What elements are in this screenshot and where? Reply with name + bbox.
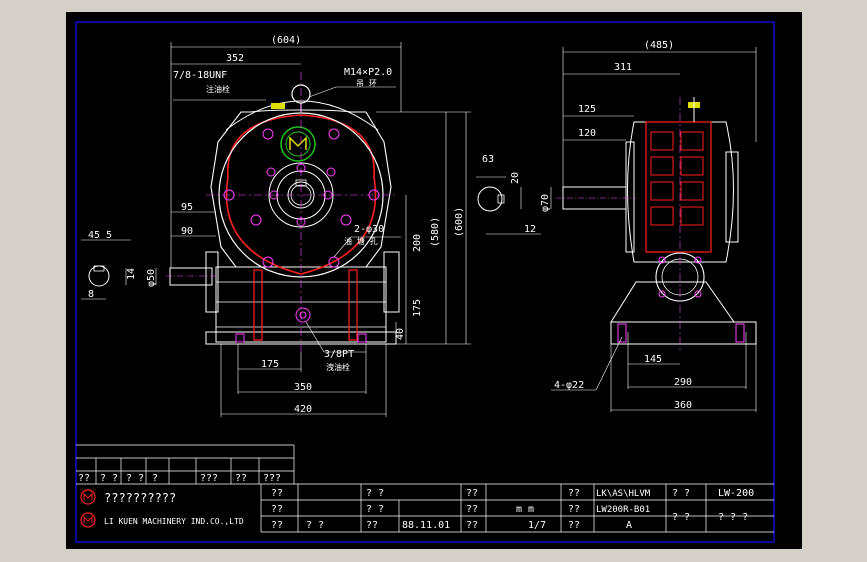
dim-311: 311 (614, 62, 632, 73)
dim-200: 200 (412, 234, 423, 252)
tb-r1c1: ?? (271, 488, 283, 499)
dim-overall-width-side: (485) (644, 40, 674, 51)
company-logo-gear (280, 126, 316, 162)
tb-r3c5: ?? (466, 520, 478, 531)
dim-600: (600) (454, 207, 465, 237)
dim-125: 125 (578, 104, 596, 115)
rev-cell-6: ?? (235, 473, 247, 484)
tb-r2c3: ?? (466, 504, 478, 515)
rev-cell-4: ? (152, 473, 158, 484)
dim-120: 120 (578, 128, 596, 139)
dim-420: 420 (294, 404, 312, 415)
hole-note-sub: 油 塘 孔 (344, 236, 378, 246)
tb-r2c5: ?? (568, 504, 580, 515)
rev-cell-7: ??? (263, 473, 281, 484)
tb-date: 88.11.01 (402, 520, 450, 531)
dim-overall-width-front: (604) (271, 35, 301, 46)
tb-r3c1: ?? (271, 520, 283, 531)
tb-r1c4: ?? (568, 488, 580, 499)
tb-r3c7: ?? (568, 520, 580, 531)
tb-r3c3: ?? (366, 520, 378, 531)
eyebolt-note-sub: 吊 环 (356, 79, 377, 88)
side-view (477, 97, 757, 352)
tb-revision: A (626, 520, 632, 531)
dim-45: 45 (88, 230, 100, 241)
dim-63: 63 (482, 154, 494, 165)
thread-note: 7/8-18UNF (173, 70, 227, 81)
dim-14: 14 (126, 268, 137, 280)
bolt-holes-note: 4-φ22 (554, 380, 584, 391)
dim-145: 145 (644, 354, 662, 365)
company-name-en: LI KUEN MACHINERY IND.CO.,LTD (104, 517, 244, 526)
tb-r3c2: ? ? (306, 520, 324, 531)
dim-95: 95 (181, 202, 193, 213)
drain-note: 3/8PT (324, 349, 354, 360)
tb-r1c6: ? ? (672, 488, 690, 499)
tb-r1c2: ? ? (366, 488, 384, 499)
company-logo-small (80, 489, 96, 528)
front-view (88, 72, 400, 352)
rev-cell-3: ? ? (126, 473, 144, 484)
side-base (610, 321, 757, 345)
dim-580: (580) (430, 217, 441, 247)
dim-phi70: φ70 (540, 194, 551, 212)
dim-350: 350 (294, 382, 312, 393)
tb-scale: 1/7 (528, 520, 546, 531)
tb-r2c1: ?? (271, 504, 283, 515)
tb-drawing-no: LW-200 (718, 488, 754, 499)
side-dimensions (476, 47, 757, 412)
rev-cell-2: ? ? (100, 473, 118, 484)
tb-r1c3: ?? (466, 488, 478, 499)
tb-r1c5: LK\AS\HLVM (596, 489, 651, 499)
cooling-fins (645, 121, 712, 253)
tb-unit: m m (516, 504, 534, 515)
company-name-cn: ?????????? (104, 491, 176, 505)
thread-note-sub: 注油栓 (206, 84, 230, 94)
hole-note: 2-φ30 (354, 224, 384, 235)
dim-12: 12 (524, 224, 536, 235)
rev-cell-1: ?? (78, 473, 90, 484)
tb-r2c2: ? ? (366, 504, 384, 515)
dim-290: 290 (674, 377, 692, 388)
dim-90: 90 (181, 226, 193, 237)
dim-20: 20 (510, 172, 521, 184)
dim-175-horizontal: 175 (261, 359, 279, 370)
rev-cell-5: ??? (200, 473, 218, 484)
cad-drawing: (604) 352 7/8-18UNF 注油栓 M14×P2.0 吊 环 95 … (75, 21, 775, 543)
oil-fill-plug (271, 103, 285, 109)
dim-40: 40 (395, 328, 406, 340)
dim-5: 5 (106, 230, 112, 241)
dim-phi50: φ50 (146, 269, 157, 287)
dim-360: 360 (674, 400, 692, 411)
dim-8: 8 (88, 289, 94, 300)
revision-row: ?? ? ? ? ? ? ??? ?? ??? (78, 473, 281, 484)
dim-352: 352 (226, 53, 244, 64)
dim-175-vertical: 175 (412, 299, 423, 317)
drain-note-sub: 洩油栓 (326, 362, 350, 372)
tb-right1: ? ? (672, 512, 690, 523)
cad-drawing-canvas: (604) 352 7/8-18UNF 注油栓 M14×P2.0 吊 环 95 … (66, 12, 802, 549)
tb-right2: ? ? ? (718, 512, 748, 523)
tb-part-no: LW200R-B01 (596, 505, 650, 515)
eyebolt-note: M14×P2.0 (344, 67, 392, 78)
